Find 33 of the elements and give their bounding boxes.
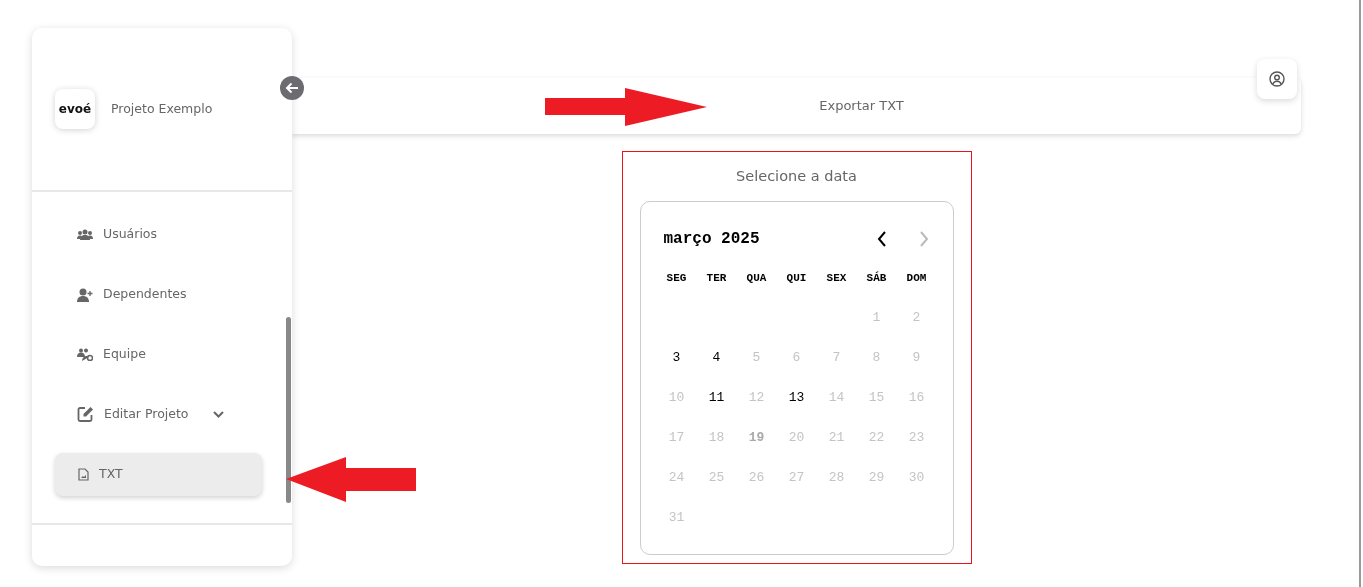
calendar-day[interactable]: 13: [776, 377, 817, 418]
weekday-label: TER: [705, 270, 728, 286]
weekday-label: QUA: [745, 270, 768, 286]
project-name: Projeto Exemplo: [111, 99, 213, 118]
sidebar-item[interactable]: Editar Projeto: [55, 393, 262, 436]
file-icon: [78, 468, 89, 481]
chevron-left-icon: [876, 230, 887, 247]
weekday-label: DOM: [905, 270, 928, 286]
header-title: Exportar TXT: [292, 78, 1301, 134]
collapse-button[interactable]: [280, 76, 304, 100]
profile-icon: [1269, 71, 1285, 87]
sidebar-item[interactable]: Usuários: [55, 213, 262, 256]
weekday-label: SEG: [665, 270, 688, 286]
profile-button[interactable]: [1257, 59, 1297, 99]
calendar-day[interactable]: 4: [696, 337, 737, 378]
logo: evoé: [55, 89, 95, 129]
weekday-label: QUI: [785, 270, 808, 286]
calendar-day[interactable]: 3: [656, 337, 697, 378]
edit-icon: [77, 406, 94, 423]
weekday-label: SÁB: [865, 270, 888, 286]
users-icon: [77, 228, 93, 241]
weekday-label: SEX: [825, 270, 848, 286]
back-arrow-icon: [285, 82, 299, 94]
scrollbar-thumb[interactable]: [286, 317, 291, 503]
team-icon: [77, 348, 93, 361]
month-title: março 2025: [663, 228, 761, 250]
calendar-day[interactable]: 11: [696, 377, 737, 418]
date-picker-heading: Selecione a data: [736, 167, 857, 186]
add-user-icon: [77, 287, 93, 302]
sidebar-item[interactable]: Dependentes: [55, 273, 262, 316]
sidebar-item[interactable]: TXT: [55, 453, 262, 496]
sidebar-item[interactable]: Equipe: [55, 333, 262, 376]
chevron-right-icon: [918, 230, 929, 247]
